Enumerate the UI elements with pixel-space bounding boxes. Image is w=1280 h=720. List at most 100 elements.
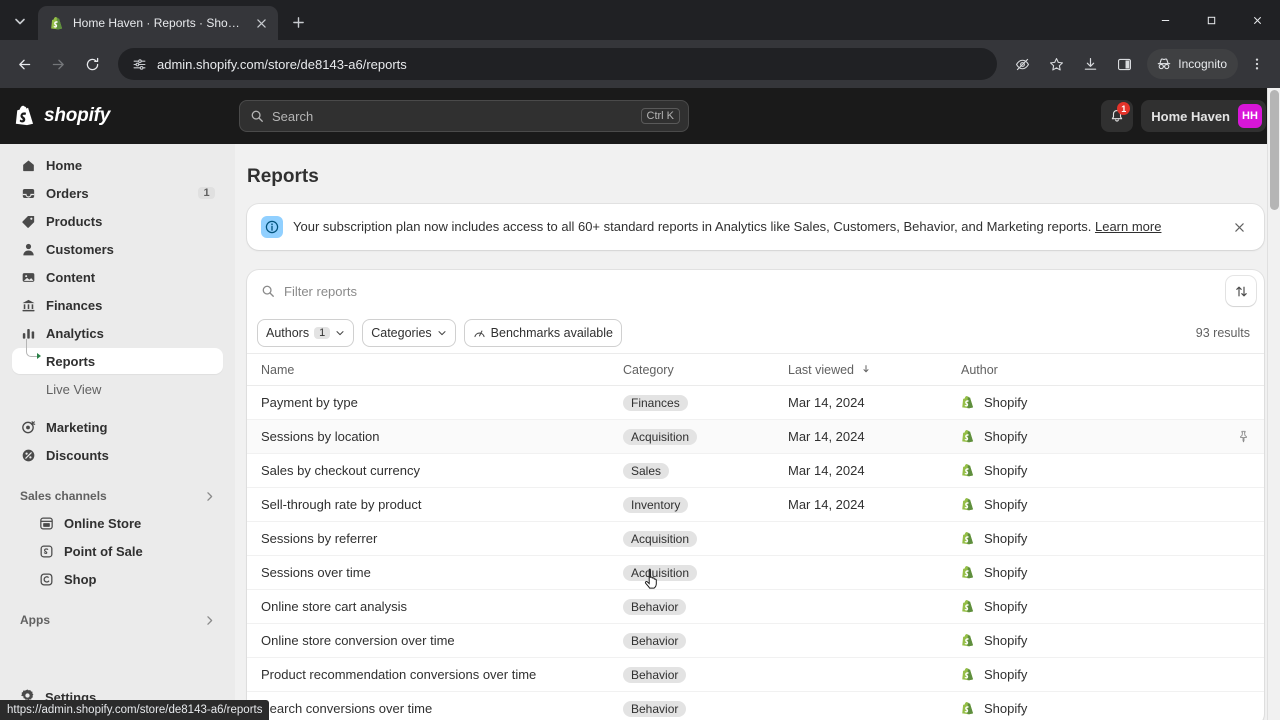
section-apps[interactable]: Apps — [12, 606, 223, 634]
sort-button[interactable] — [1226, 276, 1256, 306]
table-row[interactable]: Product recommendation conversions over … — [247, 658, 1264, 692]
sidebar-item-products[interactable]: Products — [12, 208, 223, 234]
sidebar-item-marketing[interactable]: Marketing — [12, 414, 223, 440]
browser-tab[interactable]: Home Haven · Reports · Shopify — [38, 6, 278, 40]
column-header-category[interactable]: Category — [623, 363, 788, 377]
app-topbar: shopify Search Ctrl K 1 Home Haven HH — [0, 88, 1280, 144]
reload-button[interactable] — [76, 48, 108, 80]
sidebar-label: Online Store — [64, 515, 142, 531]
category-badge: Acquisition — [623, 564, 698, 581]
sidebar-item-customers[interactable]: Customers — [12, 236, 223, 262]
orders-count-badge: 1 — [198, 187, 215, 199]
shopify-logo[interactable]: shopify — [0, 104, 235, 128]
side-panel-icon[interactable] — [1109, 49, 1139, 79]
chevron-right-icon[interactable] — [204, 615, 215, 626]
maximize-window-button[interactable] — [1188, 0, 1234, 40]
banner-text: Your subscription plan now includes acce… — [293, 218, 1218, 236]
report-name[interactable]: Online store conversion over time — [261, 633, 623, 648]
section-title: Apps — [20, 613, 50, 627]
pin-icon[interactable] — [1232, 426, 1254, 448]
filter-reports-input[interactable]: Filter reports — [261, 284, 1216, 299]
report-name[interactable]: Product recommendation conversions over … — [261, 667, 623, 682]
author-name: Shopify — [984, 667, 1028, 682]
sidebar-item-content[interactable]: Content — [12, 264, 223, 290]
chip-authors[interactable]: Authors 1 — [257, 319, 354, 347]
report-name[interactable]: Search conversions over time — [261, 701, 623, 716]
search-icon — [251, 110, 263, 122]
chip-benchmarks[interactable]: Benchmarks available — [464, 319, 622, 347]
tab-search-button[interactable] — [6, 7, 34, 35]
back-button[interactable] — [8, 48, 40, 80]
chip-categories[interactable]: Categories — [362, 319, 455, 347]
page-settings-icon[interactable] — [132, 57, 147, 72]
table-row[interactable]: Sessions by location Acquisition Mar 14, 2… — [247, 420, 1264, 454]
sidebar-item-finances[interactable]: Finances — [12, 292, 223, 318]
shopify-bag-icon — [961, 667, 975, 682]
section-sales-channels[interactable]: Sales channels — [12, 482, 223, 510]
forward-button[interactable] — [42, 48, 74, 80]
incognito-label: Incognito — [1178, 57, 1227, 71]
reports-table: Name Category Last viewed Author Payment… — [247, 354, 1264, 720]
page-scrollbar[interactable] — [1267, 88, 1280, 720]
column-header-last-viewed[interactable]: Last viewed — [788, 363, 961, 377]
table-row[interactable]: Sell-through rate by product Inventory Mar… — [247, 488, 1264, 522]
column-header-author[interactable]: Author — [961, 363, 1250, 377]
report-name[interactable]: Sessions over time — [261, 565, 623, 580]
banner-close-button[interactable] — [1228, 216, 1250, 238]
table-row[interactable]: Sessions by referrer Acquisition Shopify — [247, 522, 1264, 556]
eye-slash-icon[interactable] — [1007, 49, 1037, 79]
table-row[interactable]: Search conversions over time Behavior Shop… — [247, 692, 1264, 720]
tab-title: Home Haven · Reports · Shopify — [73, 16, 245, 30]
author-name: Shopify — [984, 395, 1028, 410]
download-icon[interactable] — [1075, 49, 1105, 79]
table-row[interactable]: Online store cart analysis Behavior Shopif… — [247, 590, 1264, 624]
sidebar-item-shop[interactable]: Shop — [12, 566, 223, 592]
table-row[interactable]: Payment by type Finances Mar 14, 2024 Shopi… — [247, 386, 1264, 420]
table-row[interactable]: Sales by checkout currency Sales Mar 14, 2… — [247, 454, 1264, 488]
results-count: 93 results — [1195, 325, 1250, 340]
sidebar-item-online-store[interactable]: Online Store — [12, 510, 223, 536]
sidebar-item-discounts[interactable]: Discounts — [12, 442, 223, 468]
report-name[interactable]: Online store cart analysis — [261, 599, 623, 614]
notifications-button[interactable]: 1 — [1101, 100, 1134, 132]
table-row[interactable]: Online store conversion over time Behavio… — [247, 624, 1264, 658]
scrollbar-thumb[interactable] — [1270, 90, 1279, 210]
analytics-subnav: Reports Live View — [12, 339, 223, 404]
author-name: Shopify — [984, 497, 1028, 512]
sidebar-item-orders[interactable]: Orders 1 — [12, 180, 223, 206]
report-name[interactable]: Payment by type — [261, 395, 623, 410]
sidebar-item-home[interactable]: Home — [12, 152, 223, 178]
shopify-admin: shopify Search Ctrl K 1 Home Haven HH Ho… — [0, 88, 1280, 720]
close-window-button[interactable] — [1234, 0, 1280, 40]
incognito-indicator[interactable]: Incognito — [1147, 49, 1238, 79]
report-name[interactable]: Sell-through rate by product — [261, 497, 623, 512]
store-menu-button[interactable]: Home Haven HH — [1141, 100, 1266, 132]
report-name[interactable]: Sales by checkout currency — [261, 463, 623, 478]
sidebar-item-analytics[interactable]: Analytics — [12, 320, 223, 346]
sidebar-item-reports[interactable]: Reports — [12, 339, 223, 374]
column-header-last-viewed-label: Last viewed — [788, 362, 855, 377]
minimize-window-button[interactable] — [1142, 0, 1188, 40]
report-name[interactable]: Sessions by location — [261, 429, 623, 444]
star-icon[interactable] — [1041, 49, 1071, 79]
new-tab-button[interactable] — [284, 8, 312, 36]
table-row[interactable]: Sessions over time Acquisition Shopify — [247, 556, 1264, 590]
address-bar[interactable]: admin.shopify.com/store/de8143-a6/report… — [118, 48, 998, 80]
sidebar-label: Finances — [46, 297, 103, 313]
chevron-down-icon — [438, 330, 446, 335]
report-name[interactable]: Sessions by referrer — [261, 531, 623, 546]
shopify-bag-icon — [961, 531, 975, 546]
discount-tag-icon — [20, 447, 36, 463]
shopify-bag-icon — [961, 463, 975, 478]
sidebar-item-point-of-sale[interactable]: Point of Sale — [12, 538, 223, 564]
chevron-right-icon[interactable] — [204, 491, 215, 502]
column-header-name[interactable]: Name — [261, 363, 623, 377]
topbar-right: 1 Home Haven HH — [1101, 100, 1280, 132]
learn-more-link[interactable]: Learn more — [1095, 219, 1161, 234]
category-badge: Behavior — [623, 598, 687, 615]
close-icon[interactable] — [253, 15, 269, 31]
browser-menu-button[interactable] — [1242, 49, 1272, 79]
global-search-input[interactable]: Search Ctrl K — [239, 100, 689, 132]
sidebar-item-live-view[interactable]: Live View — [12, 376, 223, 402]
minimize-icon — [1161, 19, 1169, 21]
